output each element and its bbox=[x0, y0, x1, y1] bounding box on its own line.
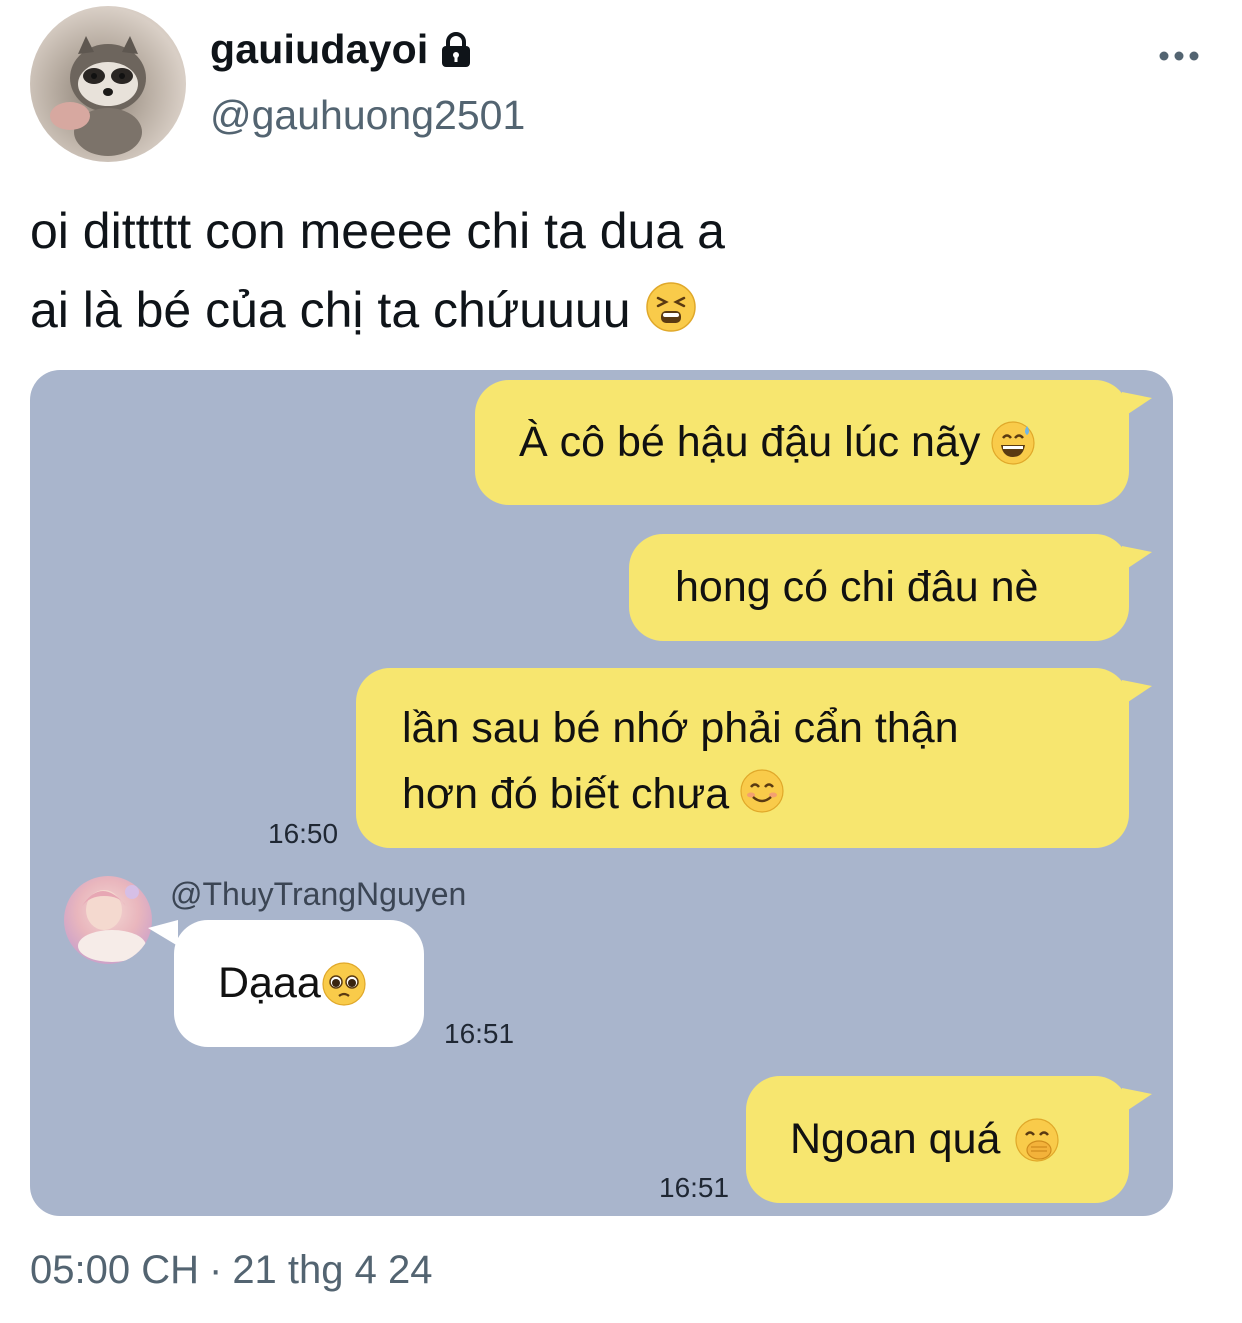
message-text: Dạaa bbox=[218, 959, 321, 1007]
bubble-tail bbox=[148, 920, 178, 946]
author-avatar[interactable] bbox=[30, 6, 186, 162]
lock-icon bbox=[442, 31, 471, 67]
message-text: À cô bé hậu đậu lúc nãy bbox=[519, 418, 981, 466]
message-time: 16:50 bbox=[268, 818, 339, 849]
friend-avatar[interactable] bbox=[64, 876, 152, 964]
bubble-tail bbox=[1122, 680, 1152, 706]
chat-bubble-5: Ngoan quá bbox=[746, 1076, 1129, 1203]
author-handle[interactable]: @gauhuong2501 bbox=[210, 92, 525, 139]
hand-over-mouth-emoji bbox=[1015, 1117, 1060, 1162]
chat-screenshot[interactable]: À cô bé hậu đậu lúc nãy hong có chi đâu … bbox=[30, 370, 1173, 1216]
message-text: lần sau bé nhớ phải cẩn thận hơn đó biết… bbox=[402, 704, 959, 818]
tired-face-emoji bbox=[645, 282, 696, 332]
chat-bubble-2: hong có chi đâu nè bbox=[629, 534, 1129, 641]
friend-avatar-image bbox=[78, 885, 146, 962]
timestamp-separator: · bbox=[208, 1248, 223, 1292]
message-text: Ngoan quá bbox=[790, 1115, 1001, 1163]
grinning-sweat-emoji bbox=[991, 420, 1035, 465]
bubble-tail bbox=[1122, 546, 1152, 572]
tweet-timestamp[interactable]: 05:00 CH · 21 thg 4 24 bbox=[30, 1248, 433, 1293]
bubble-tail bbox=[1122, 392, 1152, 418]
message-time: 16:51 bbox=[659, 1172, 730, 1203]
author-display-name-row[interactable]: gauiudayoi bbox=[210, 26, 476, 73]
pleading-face-emoji bbox=[322, 961, 366, 1006]
tweet-text: oi dittttt con meeee chi ta dua a ai là … bbox=[30, 192, 1180, 350]
message-time: 16:51 bbox=[444, 1018, 515, 1049]
smiling-face-emoji bbox=[740, 769, 784, 813]
tweet-date: 21 thg 4 24 bbox=[232, 1248, 433, 1292]
chat-bubble-3: lần sau bé nhớ phải cẩn thận hơn đó biết… bbox=[356, 668, 1129, 848]
message-text: hong có chi đâu nè bbox=[675, 563, 1039, 611]
tweet-time: 05:00 CH bbox=[30, 1248, 199, 1292]
more-icon[interactable] bbox=[1158, 40, 1200, 70]
friend-username[interactable]: @ThuyTrangNguyen bbox=[170, 876, 466, 913]
author-display-name[interactable]: gauiudayoi bbox=[210, 26, 428, 73]
tweet-body: oi dittttt con meeee chi ta dua a ai là … bbox=[30, 203, 725, 338]
bubble-tail bbox=[1122, 1088, 1152, 1114]
raccoon-avatar-image bbox=[50, 36, 146, 156]
chat-bubble-4: Dạaa bbox=[174, 920, 424, 1047]
chat-bubble-1: À cô bé hậu đậu lúc nãy bbox=[475, 380, 1129, 505]
